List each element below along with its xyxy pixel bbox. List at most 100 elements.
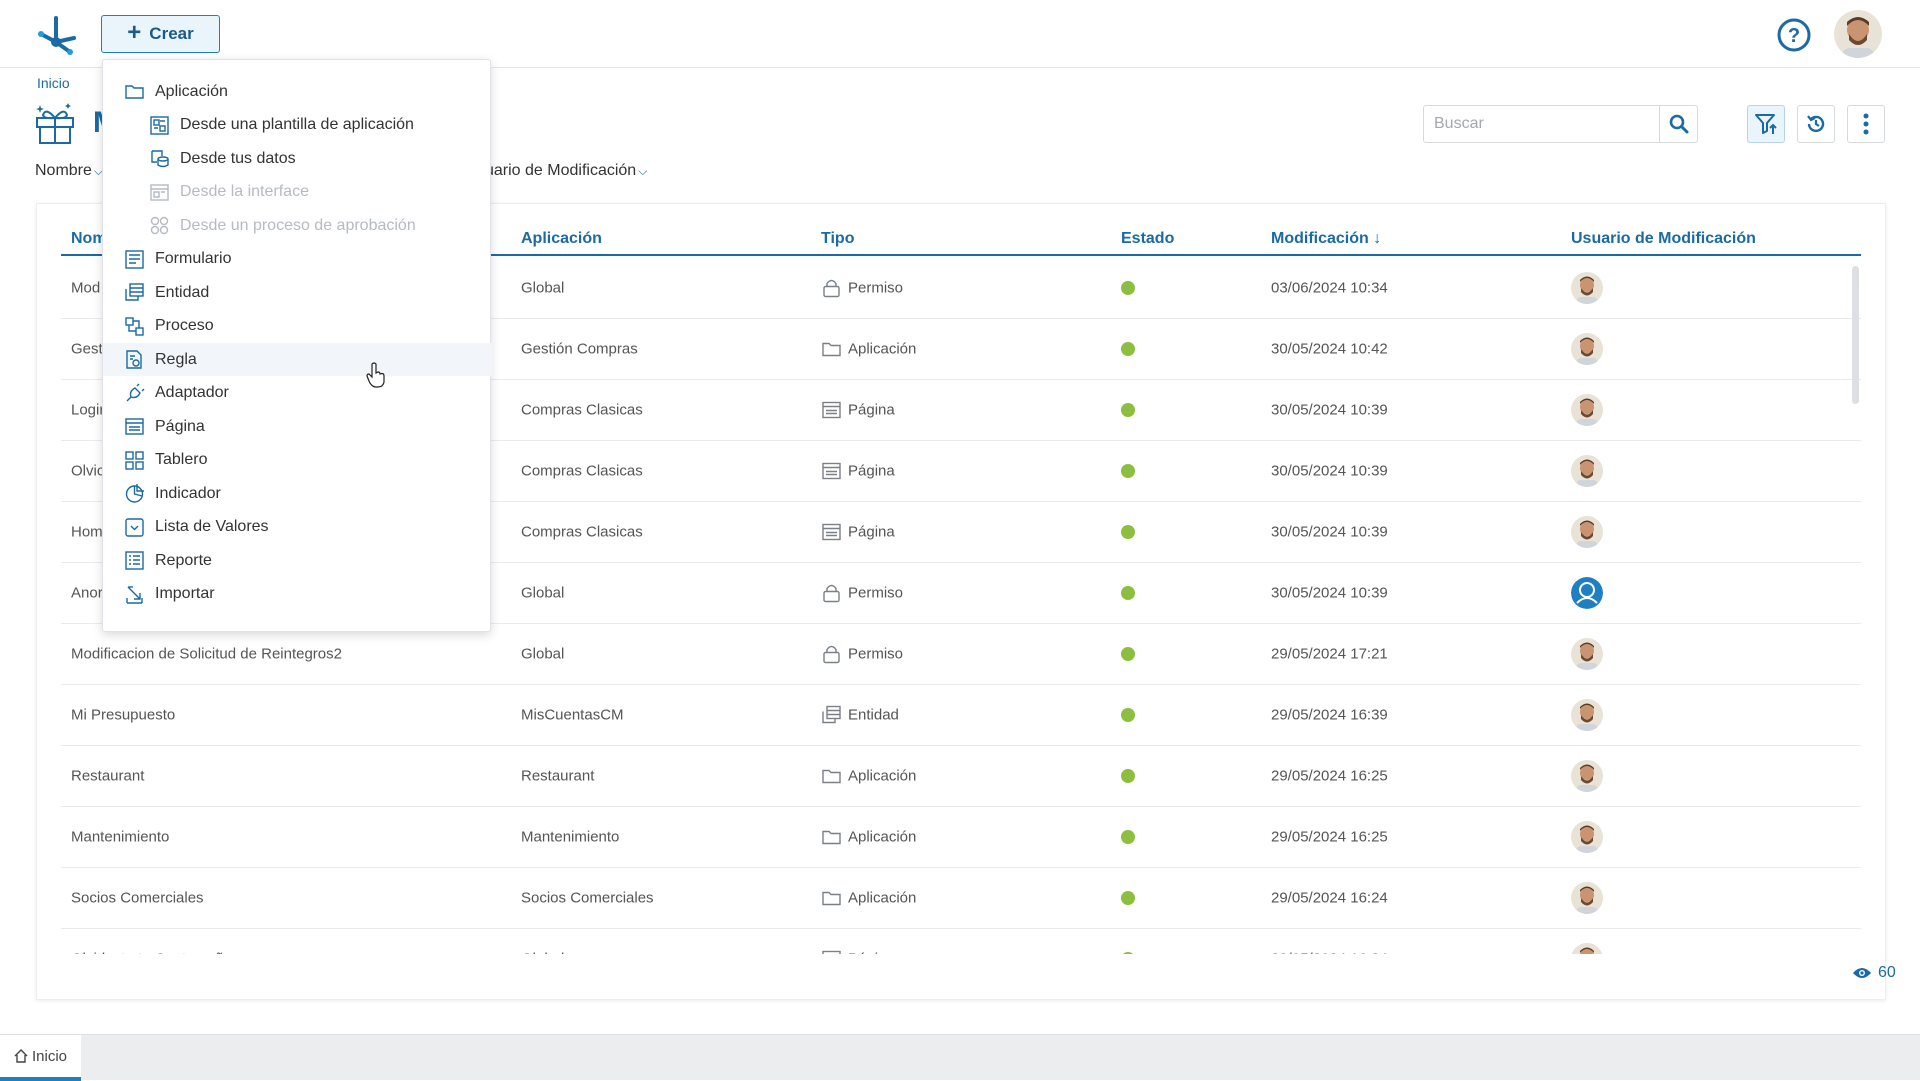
cell-tipo: Aplicación xyxy=(821,339,916,360)
create-button[interactable]: + Crear xyxy=(101,15,220,53)
menu-item-label: Página xyxy=(155,417,205,435)
status-dot xyxy=(1121,891,1135,905)
cell-tipo: Aplicación xyxy=(821,766,916,787)
lock-icon xyxy=(821,278,842,299)
value-list-icon xyxy=(124,517,145,538)
search-button[interactable] xyxy=(1659,106,1697,142)
menu-item-label: Aplicación xyxy=(155,82,228,100)
cell-tipo: Página xyxy=(821,400,895,421)
cell-usuario xyxy=(1571,272,1603,304)
user-avatar-icon[interactable] xyxy=(1571,943,1603,954)
user-avatar[interactable] xyxy=(1834,10,1882,58)
user-avatar-icon[interactable] xyxy=(1571,394,1603,426)
cell-nombre: Mod xyxy=(71,279,101,297)
folder-icon xyxy=(821,888,842,909)
cell-estado xyxy=(1121,647,1135,661)
cell-modificacion: 30/05/2024 10:39 xyxy=(1271,462,1388,480)
cell-nombre: Olvic xyxy=(71,462,105,480)
cell-estado xyxy=(1121,891,1135,905)
menu-item-desde-una-plantilla-de-aplicacion[interactable]: Desde una plantilla de aplicación xyxy=(103,109,492,142)
sort-field-modified-user[interactable]: uario de Modificación ⌵ xyxy=(485,162,647,180)
cell-nombre: Socios Comerciales xyxy=(71,889,204,907)
menu-item-pagina[interactable]: Página xyxy=(103,410,492,443)
menu-item-entidad[interactable]: Entidad xyxy=(103,276,492,309)
top-bar: + Crear ? xyxy=(0,0,1920,68)
menu-item-reporte[interactable]: Reporte xyxy=(103,544,492,577)
table-row[interactable]: Mantenimiento Mantenimiento Aplicación 29/0… xyxy=(61,807,1861,868)
cell-nombre: Mi Presupuesto xyxy=(71,706,176,724)
search-input[interactable] xyxy=(1424,106,1644,142)
cell-tipo-label: Página xyxy=(848,951,895,955)
cell-tipo-label: Aplicación xyxy=(848,340,917,358)
menu-item-adaptador[interactable]: Adaptador xyxy=(103,377,492,410)
cell-nombre: Anor xyxy=(71,584,103,602)
user-avatar-icon[interactable] xyxy=(1571,516,1603,548)
user-avatar-icon[interactable] xyxy=(1571,577,1603,609)
menu-item-tablero[interactable]: Tablero xyxy=(103,444,492,477)
history-button[interactable] xyxy=(1797,105,1835,143)
menu-item-importar[interactable]: Importar xyxy=(103,578,492,611)
user-avatar-icon[interactable] xyxy=(1571,272,1603,304)
user-avatar-icon[interactable] xyxy=(1571,882,1603,914)
scrollbar[interactable] xyxy=(1852,266,1859,404)
tab-inicio[interactable]: Inicio xyxy=(0,1035,81,1081)
col-header-aplicacion[interactable]: Aplicación xyxy=(521,230,602,248)
menu-item-indicador[interactable]: Indicador xyxy=(103,477,492,510)
user-avatar-icon[interactable] xyxy=(1571,638,1603,670)
help-icon[interactable]: ? xyxy=(1777,18,1811,52)
deyel-logo-icon[interactable] xyxy=(34,12,78,56)
status-dot xyxy=(1121,464,1135,478)
menu-item-label: Adaptador xyxy=(155,384,229,401)
rule-icon xyxy=(124,349,145,370)
table-row[interactable]: Restaurant Restaurant Aplicación 29/05/2024… xyxy=(61,746,1861,807)
menu-item-aplicacion[interactable]: Aplicación xyxy=(103,75,492,108)
cell-aplicacion: Global xyxy=(521,279,565,297)
menu-item-proceso[interactable]: Proceso xyxy=(103,310,492,343)
cell-usuario xyxy=(1571,821,1603,853)
col-header-estado[interactable]: Estado xyxy=(1121,230,1174,248)
user-avatar-icon[interactable] xyxy=(1571,455,1603,487)
user-avatar-icon[interactable] xyxy=(1571,821,1603,853)
table-row[interactable]: Socios Comerciales Socios Comerciales Apli… xyxy=(61,868,1861,929)
gift-box-icon xyxy=(36,103,74,144)
cell-modificacion: 30/05/2024 10:42 xyxy=(1271,340,1388,358)
cell-nombre: Mantenimiento xyxy=(71,828,170,846)
user-avatar-icon[interactable] xyxy=(1571,333,1603,365)
bottom-tab-bar: Inicio xyxy=(0,1034,1920,1081)
col-header-tipo[interactable]: Tipo xyxy=(821,230,854,248)
data-icon xyxy=(149,148,170,169)
cell-modificacion: 29/05/2024 16:39 xyxy=(1271,706,1388,724)
breadcrumb[interactable]: Inicio xyxy=(37,75,70,91)
cell-usuario xyxy=(1571,943,1603,954)
cell-tipo: Permiso xyxy=(821,583,903,604)
menu-item-regla[interactable]: Regla xyxy=(103,343,492,376)
menu-item-desde-tus-datos[interactable]: Desde tus datos xyxy=(103,142,492,175)
page-icon xyxy=(124,416,145,437)
table-row[interactable]: Mi Presupuesto MisCuentasCM Entidad 29/05/2… xyxy=(61,685,1861,746)
status-dot xyxy=(1121,830,1135,844)
menu-item-lista-de-valores[interactable]: Lista de Valores xyxy=(103,511,492,544)
cell-tipo: Permiso xyxy=(821,278,903,299)
more-options-button[interactable] xyxy=(1847,105,1885,143)
sort-field-name[interactable]: Nombre ⌵ xyxy=(35,162,103,180)
user-avatar-icon[interactable] xyxy=(1571,699,1603,731)
cell-usuario xyxy=(1571,577,1603,609)
cell-usuario xyxy=(1571,699,1603,731)
cell-usuario xyxy=(1571,333,1603,365)
cell-usuario xyxy=(1571,455,1603,487)
cell-tipo-label: Aplicación xyxy=(848,828,917,846)
cell-estado xyxy=(1121,708,1135,722)
table-row[interactable]: Olvidaste tu Contraseña Global Página 29/05… xyxy=(61,929,1861,954)
menu-item-formulario[interactable]: Formulario xyxy=(103,243,492,276)
filter-button[interactable] xyxy=(1747,105,1785,143)
page-icon xyxy=(821,400,842,421)
col-header-modificacion[interactable]: Modificación ↓ xyxy=(1271,230,1381,248)
cell-tipo: Aplicación xyxy=(821,888,916,909)
table-row[interactable]: Modificacion de Solicitud de Reintegros2… xyxy=(61,624,1861,685)
cell-usuario xyxy=(1571,760,1603,792)
user-avatar-icon[interactable] xyxy=(1571,760,1603,792)
cell-tipo-label: Permiso xyxy=(848,584,904,602)
cell-estado xyxy=(1121,586,1135,600)
cell-tipo-label: Aplicación xyxy=(848,767,917,785)
col-header-usuario[interactable]: Usuario de Modificación xyxy=(1571,230,1756,248)
